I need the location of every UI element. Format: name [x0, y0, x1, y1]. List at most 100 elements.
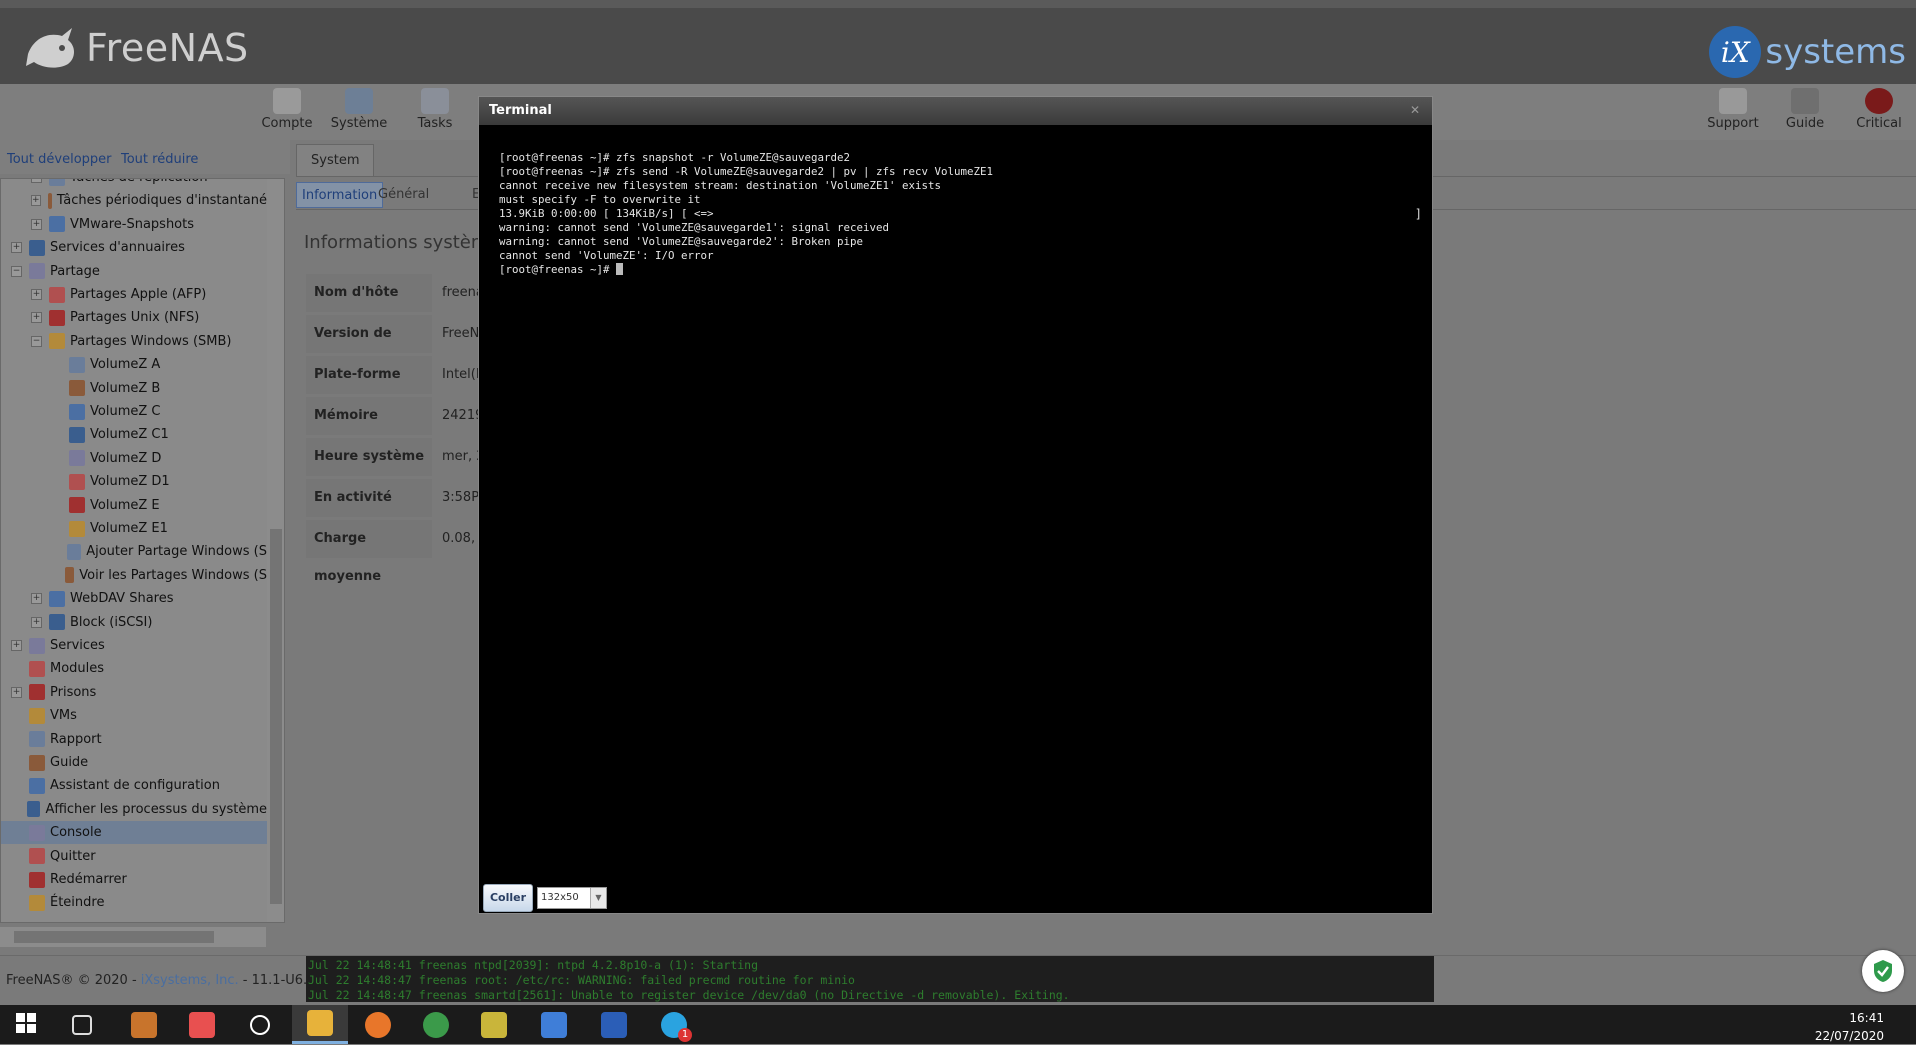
chevron-down-icon[interactable]: ▼ [590, 888, 606, 908]
sidebar-item[interactable]: VolumeZ C [1, 400, 267, 423]
tree-item-icon [69, 520, 85, 537]
tab-system[interactable]: System [296, 144, 375, 176]
sidebar-item[interactable]: Afficher les processus du système [1, 798, 267, 821]
sidebar-item[interactable]: VolumeZ D1 [1, 470, 267, 493]
snipping-icon [189, 1011, 215, 1038]
toolbar-guide-button[interactable]: Guide [1768, 88, 1842, 131]
toolbar-label: Support [1707, 116, 1759, 131]
sidebar-item[interactable]: VolumeZ E [1, 494, 267, 517]
sidebar-item[interactable]: + Partages Unix (NFS) [1, 306, 267, 329]
sidebar-item-label: Assistant de configuration [50, 778, 220, 794]
sidebar-item[interactable]: + Prisons [1, 681, 267, 704]
sidebar-item[interactable]: Console [1, 821, 267, 845]
expand-icon[interactable]: + [11, 242, 22, 254]
taskbar-button[interactable] [0, 1005, 56, 1044]
subtab-general[interactable]: Général [378, 182, 429, 208]
sidebar-item[interactable]: Guide [1, 751, 267, 774]
expand-icon[interactable]: + [31, 179, 42, 183]
taskbar-button[interactable] [232, 1005, 288, 1044]
app-header: FreeNAS iX systems [0, 8, 1916, 84]
terminal-title-bar[interactable]: Terminal [479, 97, 1432, 125]
taskbar-button[interactable] [292, 1005, 348, 1044]
terminal-output[interactable]: [root@freenas ~]# zfs snapshot -r Volume… [499, 151, 1409, 801]
copyright-text: FreeNAS® © 2020 - [6, 973, 141, 988]
collapse-all-link[interactable]: Tout réduire [121, 152, 198, 167]
sidebar-item[interactable]: VolumeZ C1 [1, 423, 267, 446]
taskbar-button[interactable] [408, 1005, 464, 1044]
toolbar-system-button[interactable]: Système [322, 88, 396, 131]
clock-date: 22/07/2020 [1814, 1029, 1884, 1043]
toolbar-tasks-button[interactable]: Tasks [398, 88, 472, 131]
sidebar-item[interactable]: Rapport [1, 728, 267, 751]
expand-icon[interactable]: + [31, 289, 42, 300]
toolbar-account-button[interactable]: Compte [250, 88, 324, 131]
tree-item-icon [49, 333, 65, 350]
sidebar-item[interactable]: + Partages Apple (AFP) [1, 283, 267, 306]
system-clock[interactable]: 16:41 22/07/2020 [1815, 1009, 1884, 1045]
sidebar-item[interactable]: Redémarrer [1, 868, 267, 891]
taskbar-button[interactable] [526, 1005, 582, 1044]
sidebar-item[interactable]: + WebDAV Shares [1, 587, 267, 610]
tree-item-icon [29, 731, 45, 748]
sidebar-item[interactable]: + Tâches de réplication [1, 179, 267, 189]
sidebar-item[interactable]: Ajouter Partage Windows (S [1, 540, 267, 563]
sidebar-item[interactable]: + Services [1, 634, 267, 657]
expand-icon[interactable]: + [31, 593, 42, 605]
sidebar-item[interactable]: Voir les Partages Windows (S [1, 564, 267, 587]
sidebar-item[interactable]: VolumeZ B [1, 377, 267, 400]
tree-vertical-scrollbar[interactable] [267, 179, 284, 922]
tree-item-icon [27, 801, 41, 818]
taskbar-button[interactable] [466, 1005, 522, 1044]
sidebar-item[interactable]: + Block (iSCSI) [1, 611, 267, 634]
tree-item-icon [69, 356, 85, 373]
toolbar-support-button[interactable]: Support [1696, 88, 1770, 131]
taskbar-button[interactable]: 1 [646, 1005, 702, 1044]
sidebar-item-label: Rapport [50, 731, 102, 747]
taskbar-button[interactable] [586, 1005, 642, 1044]
sidebar-item[interactable]: + Services d'annuaires [1, 236, 267, 259]
expand-icon[interactable]: + [11, 640, 22, 651]
toolbar-label: Tasks [417, 116, 453, 131]
scrollbar-thumb[interactable] [14, 931, 214, 943]
sidebar-item[interactable]: VolumeZ A [1, 353, 267, 376]
taskbar-button[interactable] [116, 1005, 172, 1044]
sidebar-item-label: Modules [50, 661, 105, 677]
tree-item-icon [49, 614, 65, 631]
terminal-size-select[interactable]: 132x50 ▼ [537, 887, 607, 909]
expand-icon[interactable]: + [11, 686, 22, 698]
terminal-title: Terminal [489, 103, 552, 118]
sidebar-item[interactable]: + Tâches périodiques d'instantané [1, 189, 267, 212]
collapse-icon[interactable]: − [31, 335, 42, 347]
sidebar-item[interactable]: − Partage [1, 260, 267, 283]
security-shield-icon[interactable] [1862, 950, 1904, 992]
info-label: Heure système [306, 438, 432, 476]
company-link[interactable]: iXsystems, Inc. [141, 973, 239, 988]
paste-button[interactable]: Coller [483, 884, 533, 912]
sidebar-item-label: VolumeZ A [90, 357, 161, 373]
taskbar-button[interactable] [350, 1005, 406, 1044]
sidebar-item[interactable]: + VMware-Snapshots [1, 213, 267, 236]
expand-icon[interactable]: + [31, 218, 42, 230]
expand-icon[interactable]: + [31, 312, 42, 324]
toolbar-critical-button[interactable]: Critical [1842, 88, 1916, 131]
sidebar-item[interactable]: Modules [1, 657, 267, 680]
taskbar-button[interactable] [54, 1005, 110, 1044]
sidebar-item[interactable]: Quitter [1, 845, 267, 868]
expand-all-link[interactable]: Tout développer [7, 152, 112, 167]
sidebar-item[interactable]: VMs [1, 704, 267, 727]
scrollbar-thumb[interactable] [270, 529, 282, 904]
subtab-information[interactable]: Information [296, 182, 384, 208]
close-icon[interactable]: ✕ [1408, 103, 1422, 117]
expand-icon[interactable]: + [31, 616, 42, 628]
sidebar-item[interactable]: VolumeZ E1 [1, 517, 267, 540]
system-info-title: Informations système [304, 232, 500, 253]
expand-icon[interactable]: + [31, 195, 41, 207]
collapse-icon[interactable]: − [11, 265, 22, 277]
tree-horizontal-scrollbar[interactable] [0, 927, 266, 947]
sidebar-item[interactable]: Assistant de configuration [1, 774, 267, 797]
sidebar-item[interactable]: − Partages Windows (SMB) [1, 330, 267, 353]
sidebar-item[interactable]: Éteindre [1, 891, 267, 914]
sidebar-item[interactable]: VolumeZ D [1, 447, 267, 470]
tree-item-icon [29, 777, 45, 794]
taskbar-button[interactable] [174, 1005, 230, 1044]
